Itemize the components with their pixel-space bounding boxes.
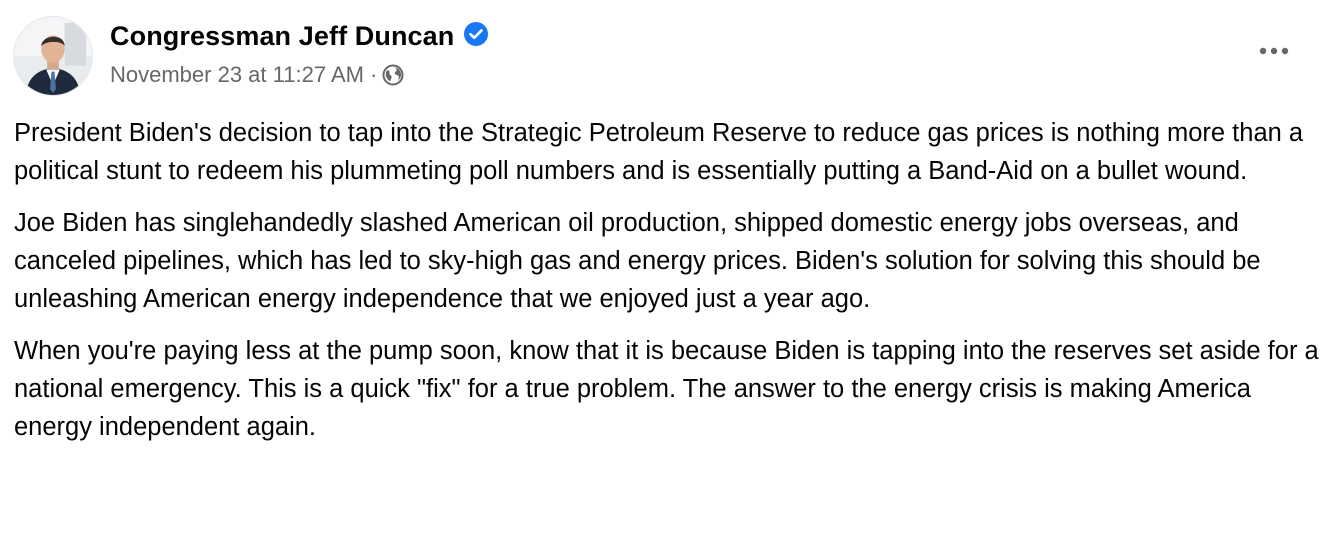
post-paragraph: When you're paying less at the pump soon… [14,337,1319,441]
post-body: President Biden's decision to tap into t… [14,114,1320,460]
more-options-icon[interactable] [1254,36,1294,66]
verified-badge-icon [463,21,489,47]
meta-separator: · [369,62,378,87]
post-meta: November 23 at 11:27 AM · [110,60,404,90]
author-name[interactable]: Congressman Jeff Duncan [110,21,454,52]
globe-icon[interactable] [382,64,404,86]
facebook-post: Congressman Jeff Duncan November 23 at 1… [0,0,1332,538]
profile-avatar[interactable] [13,16,93,96]
post-timestamp[interactable]: November 23 at 11:27 AM [110,62,364,88]
post-paragraph: Joe Biden has singlehandedly slashed Ame… [14,209,1261,313]
post-paragraph: President Biden's decision to tap into t… [14,119,1304,185]
author-line: Congressman Jeff Duncan [110,18,489,54]
